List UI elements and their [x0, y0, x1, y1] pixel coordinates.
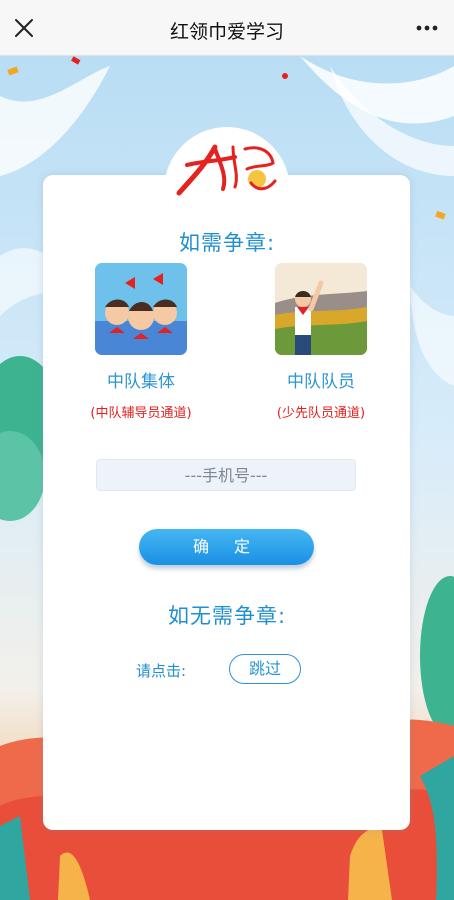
page-title: 红领巾爱学习: [169, 21, 284, 43]
option-collective-label: 中队集体: [107, 372, 175, 392]
option-collective[interactable]: 中队集体 (中队辅导员通道): [61, 263, 221, 421]
option-member-sub: (少先队员通道): [276, 406, 366, 421]
phone-input[interactable]: [96, 459, 356, 491]
pioneer-illustration-icon: [275, 263, 367, 355]
nav-bar: 红领巾爱学习: [0, 0, 454, 56]
brand-logo: [176, 144, 277, 196]
click-label: 请点击:: [136, 662, 187, 680]
need-badge-heading: 如需争章:: [178, 231, 276, 255]
group-illustration-icon: [95, 263, 187, 355]
option-member[interactable]: 中队队员 (少先队员通道): [241, 263, 401, 421]
no-badge-heading: 如无需争章:: [167, 604, 287, 628]
option-collective-sub: (中队辅导员通道): [90, 406, 192, 421]
confirm-button[interactable]: 确 定: [139, 529, 314, 565]
skip-button[interactable]: 跳过: [229, 654, 301, 684]
option-member-label: 中队队员: [287, 372, 355, 392]
more-icon[interactable]: [414, 18, 440, 38]
